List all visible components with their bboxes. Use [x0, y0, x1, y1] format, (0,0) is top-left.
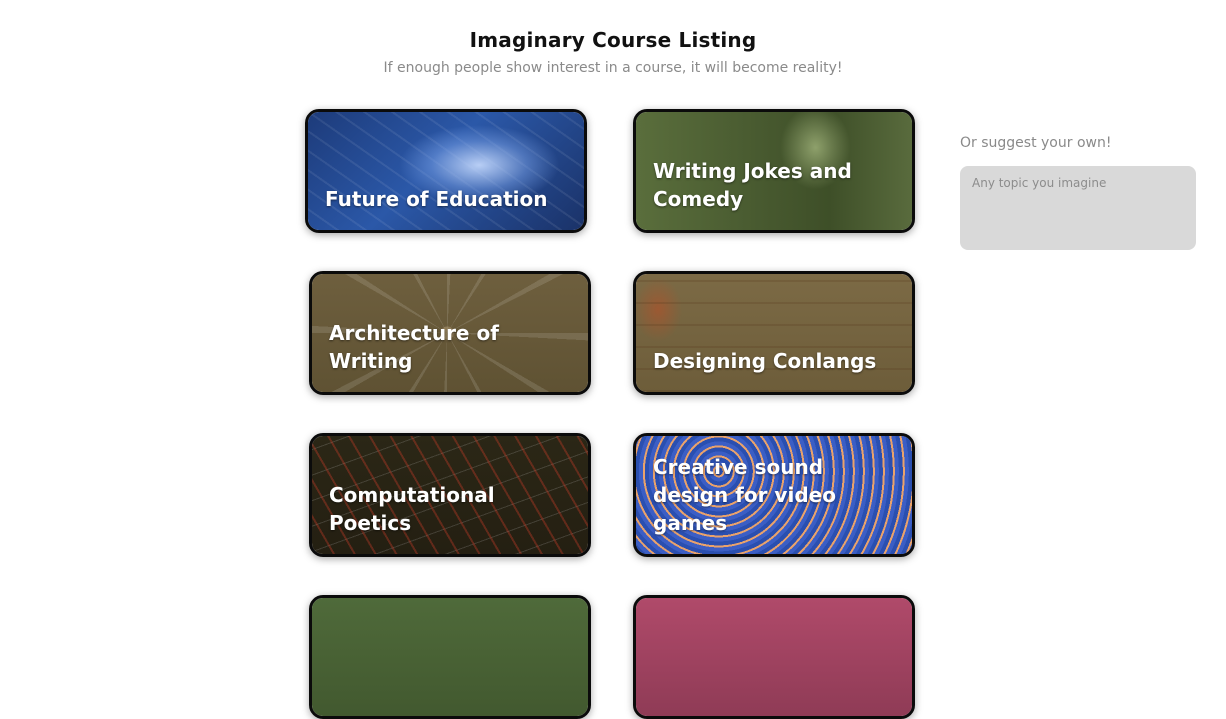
page-header: Imaginary Course Listing If enough peopl… [0, 28, 1226, 76]
course-card-8[interactable] [633, 595, 915, 719]
suggest-topic-input[interactable] [960, 166, 1196, 250]
course-card-7[interactable] [309, 595, 591, 719]
course-card-computational-poetics[interactable]: Computational Poetics [309, 433, 591, 557]
suggest-label: Or suggest your own! [960, 135, 1112, 151]
course-card-title: Computational Poetics [329, 483, 495, 535]
course-card-title: Designing Conlangs [653, 349, 877, 373]
page-title: Imaginary Course Listing [469, 28, 757, 52]
course-card-title: Writing Jokes and Comedy [653, 159, 852, 211]
course-card-title: Architecture of Writing [329, 321, 499, 373]
course-card-sound-design[interactable]: Creative sound design for video games [633, 433, 915, 557]
page-subtitle: If enough people show interest in a cour… [383, 60, 843, 76]
course-card-background [636, 598, 912, 716]
course-card-title: Creative sound design for video games [653, 455, 836, 535]
course-card-title: Future of Education [325, 187, 548, 211]
course-card-writing-jokes[interactable]: Writing Jokes and Comedy [633, 109, 915, 233]
course-card-background [312, 598, 588, 716]
course-card-architecture-of-writing[interactable]: Architecture of Writing [309, 271, 591, 395]
course-card-future-of-education[interactable]: Future of Education [305, 109, 587, 233]
course-card-designing-conlangs[interactable]: Designing Conlangs [633, 271, 915, 395]
